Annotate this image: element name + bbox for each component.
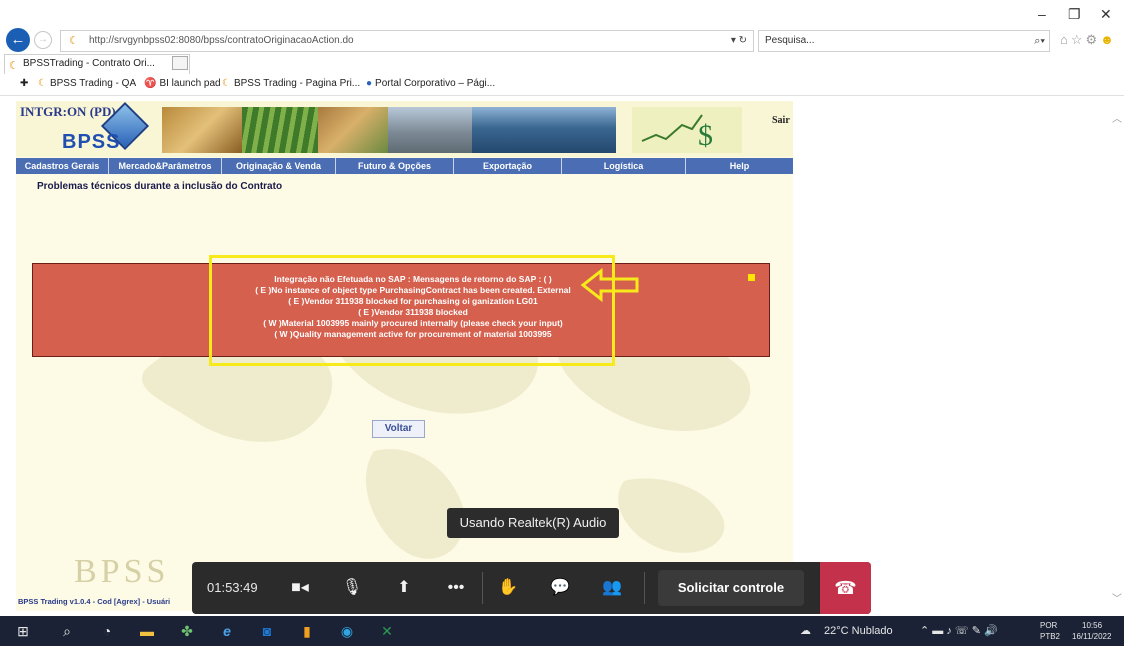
banner-photo-silos xyxy=(388,107,472,153)
favorite-bpss-qa[interactable]: ☾ BPSS Trading - QA xyxy=(38,78,136,89)
home-icon[interactable]: ⌂ xyxy=(1060,32,1071,47)
refresh-icon[interactable]: ▾ ↻ xyxy=(731,31,747,51)
menu-originacao-venda[interactable]: Originação & Venda xyxy=(222,158,336,174)
banner-photo-port xyxy=(472,107,616,153)
favorite-bi-launch-pad[interactable]: ♈ BI launch pad xyxy=(144,78,221,89)
clock-time[interactable]: 10:56 xyxy=(1082,621,1102,631)
bi-icon: ♈ xyxy=(144,78,157,89)
scroll-down-icon[interactable]: ﹀ xyxy=(1112,590,1122,605)
excel-icon[interactable]: ✕ xyxy=(372,616,402,646)
scroll-up-icon[interactable]: ︿ xyxy=(1112,110,1122,125)
language-top[interactable]: POR xyxy=(1040,621,1057,631)
site-favicon-icon: ☾ xyxy=(69,35,79,47)
participants-icon[interactable]: 👥 xyxy=(594,562,630,614)
search-icon[interactable]: ⌕▾ xyxy=(1034,31,1045,51)
favorite-bpss-pagina[interactable]: ☾ BPSS Trading - Pagina Pri... xyxy=(222,78,360,89)
file-explorer-icon[interactable]: ▬ xyxy=(132,616,162,646)
task-view-icon[interactable]: ◔ xyxy=(92,616,122,646)
annotation-arrow-icon xyxy=(580,267,639,303)
banner-photo-grain xyxy=(162,107,242,153)
camera-icon[interactable]: ■◂ xyxy=(282,562,318,614)
minimize-icon[interactable]: – xyxy=(1038,6,1046,22)
tab-bpss-contrato[interactable]: ☾ BPSSTrading - Contrato Ori... × xyxy=(4,54,190,74)
microphone-icon[interactable]: 🎙 xyxy=(334,562,370,614)
header-banner: INTGR:ON (PD) BPSS $ Sair xyxy=(16,101,793,157)
callbar-divider xyxy=(644,572,645,604)
chat-icon[interactable]: 💬 xyxy=(542,562,578,614)
audio-device-tooltip: Usando Realtek(R) Audio xyxy=(447,508,619,538)
weather-text[interactable]: 22°C Nublado xyxy=(824,616,893,646)
bpss-watermark: BPSS xyxy=(74,553,170,590)
star-icon[interactable]: ☆ xyxy=(1071,32,1086,47)
tab-row: ☾ BPSSTrading - Contrato Ori... × xyxy=(0,54,1124,74)
bpss-app-page: INTGR:ON (PD) BPSS $ Sair Cadastros Gera… xyxy=(16,101,793,611)
back-arrow-icon[interactable]: ← xyxy=(6,28,30,52)
svg-text:$: $ xyxy=(698,119,713,152)
annotation-marker xyxy=(748,274,755,281)
tab-favicon-icon: ☾ xyxy=(9,60,19,72)
windows-taskbar: ⊞ ⌕ ◔ ▬ ✤ e ◙ ▮ ◉ ✕ ☁ 22°C Nublado ⌃ ▬ ♪… xyxy=(0,616,1124,646)
call-timer: 01:53:49 xyxy=(207,580,258,595)
clock-date[interactable]: 16/11/2022 xyxy=(1072,632,1111,642)
language-bottom[interactable]: PTB2 xyxy=(1040,632,1060,642)
raise-hand-icon[interactable]: ✋ xyxy=(490,562,526,614)
tray-icons[interactable]: ⌃ ▬ ♪ ☏ ✎ 🔊 xyxy=(920,616,998,646)
feedback-smiley-icon[interactable]: ☻ xyxy=(1100,32,1117,47)
callbar-divider xyxy=(482,572,483,604)
favorites-star-icon[interactable]: ✚ xyxy=(20,78,28,89)
voltar-button[interactable]: Voltar xyxy=(372,420,425,438)
hang-up-button[interactable]: ☎ xyxy=(820,562,871,614)
close-window-icon[interactable]: ✕ xyxy=(1100,6,1112,23)
menu-help[interactable]: Help xyxy=(686,158,793,174)
footer-status: BPSS Trading v1.0.4 - Cod [Agrex] - Usuá… xyxy=(18,597,171,606)
weather-icon[interactable]: ☁ xyxy=(800,616,811,646)
main-menu: Cadastros Gerais Mercado&Parâmetros Orig… xyxy=(16,158,793,174)
powerbi-icon[interactable]: ▮ xyxy=(292,616,322,646)
favorites-bar: ✚ ☾ BPSS Trading - QA ♈ BI launch pad ☾ BPS… xyxy=(0,74,1124,96)
browser-tool-icons[interactable]: ⌂☆⚙☻ xyxy=(1060,32,1117,48)
phone-hangup-icon: ☎ xyxy=(834,578,857,598)
bpss-icon: ☾ xyxy=(38,78,47,89)
internet-explorer-icon[interactable]: e xyxy=(212,616,242,646)
menu-cadastros-gerais[interactable]: Cadastros Gerais xyxy=(16,158,109,174)
url-text: http://srvgynbpss02:8080/bpss/contratoOr… xyxy=(89,35,354,46)
banner-photo-field xyxy=(242,107,318,153)
edge-icon[interactable]: ◉ xyxy=(332,616,362,646)
gear-icon[interactable]: ⚙ xyxy=(1086,32,1101,47)
forward-arrow-icon[interactable]: → xyxy=(34,31,52,49)
favorite-portal-corporativo[interactable]: ● Portal Corporativo – Pági... xyxy=(366,78,495,89)
app-title: INTGR:ON (PD) xyxy=(20,104,116,119)
share-screen-icon[interactable]: ⬆ xyxy=(386,562,422,614)
banner-photo-harvest xyxy=(318,107,388,153)
menu-mercado-parametros[interactable]: Mercado&Parâmetros xyxy=(109,158,222,174)
search-input[interactable]: Pesquisa... ⌕▾ xyxy=(758,30,1050,52)
menu-logistica[interactable]: Logística xyxy=(562,158,686,174)
more-options-icon[interactable]: ••• xyxy=(438,562,474,614)
bpss-icon: ☾ xyxy=(222,78,231,89)
tab-title: BPSSTrading - Contrato Ori... xyxy=(23,58,155,69)
search-placeholder: Pesquisa... xyxy=(765,35,815,46)
new-tab-button[interactable] xyxy=(172,56,188,70)
annotation-highlight-box xyxy=(209,255,615,366)
outlook-icon[interactable]: ◙ xyxy=(252,616,282,646)
search-icon[interactable]: ⌕ xyxy=(52,616,82,646)
menu-exportacao[interactable]: Exportação xyxy=(454,158,562,174)
logout-link[interactable]: Sair xyxy=(772,115,790,126)
maximize-icon[interactable]: ❐ xyxy=(1068,6,1081,23)
address-bar[interactable]: ☾ http://srvgynbpss02:8080/bpss/contrato… xyxy=(60,30,754,52)
app-tray-icon[interactable]: ✤ xyxy=(172,616,202,646)
windows-start-icon[interactable]: ⊞ xyxy=(8,616,38,646)
teams-call-bar: 01:53:49 ■◂ 🎙 ⬆ ••• ✋ 💬 👥 Solicitar cont… xyxy=(192,562,871,614)
dollar-graph-icon: $ xyxy=(632,107,742,153)
browser-toolbar: ← → ☾ http://srvgynbpss02:8080/bpss/cont… xyxy=(0,0,1124,54)
logo-text: BPSS xyxy=(62,131,121,153)
problem-heading: Problemas técnicos durante a inclusão do… xyxy=(37,181,283,192)
portal-icon: ● xyxy=(366,78,373,89)
menu-futuro-opcoes[interactable]: Futuro & Opções xyxy=(336,158,454,174)
request-control-button[interactable]: Solicitar controle xyxy=(658,570,804,606)
